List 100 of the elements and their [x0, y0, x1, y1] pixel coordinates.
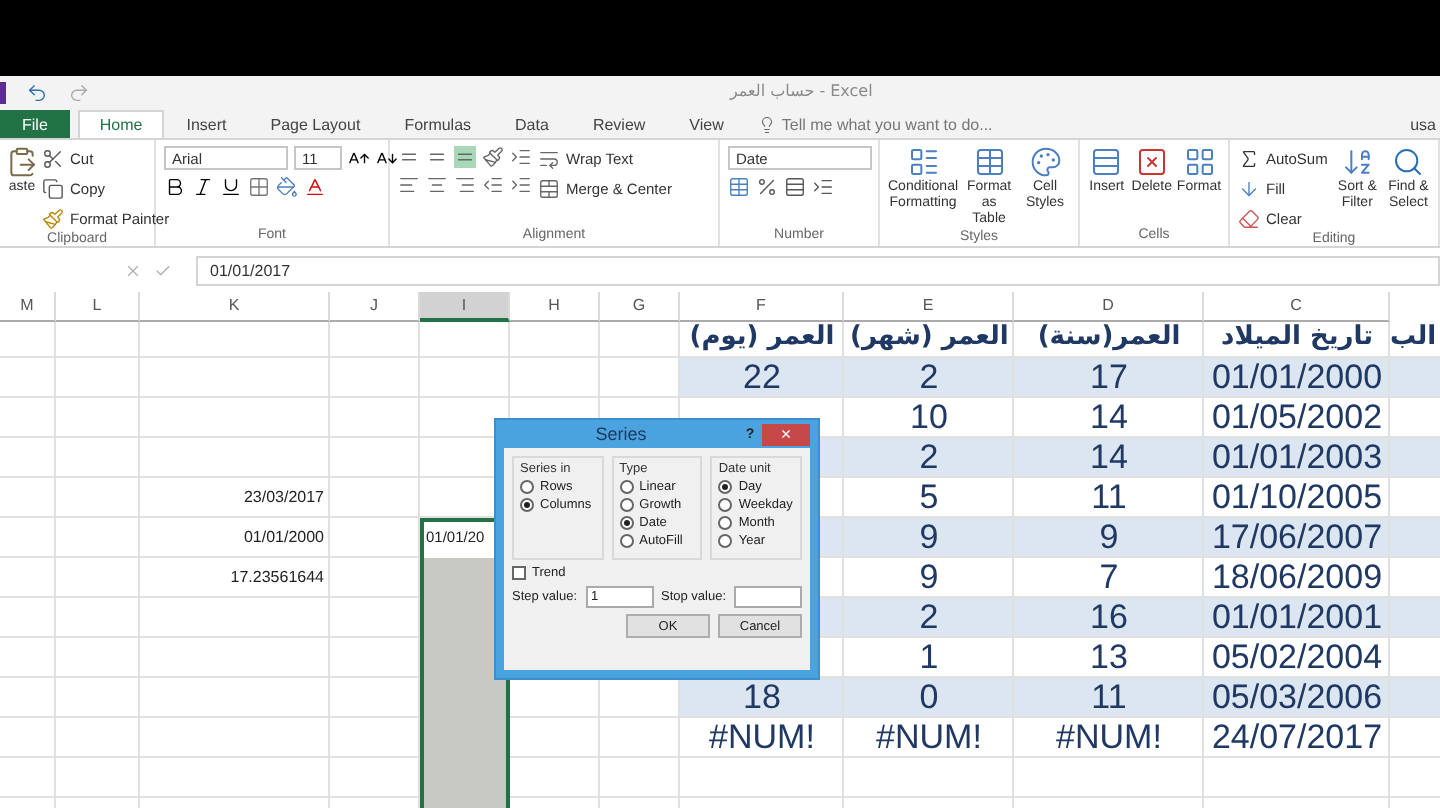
ribbon-tab[interactable]: Insert [164, 110, 249, 138]
radio-button[interactable] [619, 498, 634, 512]
radio-button[interactable] [520, 498, 534, 512]
table-cell-text: 0 [917, 678, 941, 718]
file-tab[interactable]: File [0, 110, 70, 138]
table-cell-text: 18 [741, 678, 783, 718]
table-cell-text: 11 [1089, 678, 1129, 718]
bold-icon[interactable] [164, 176, 186, 198]
radio-button[interactable] [520, 480, 534, 494]
table-cell-text: 05/03/2006 [1209, 678, 1385, 718]
table-cell-text: العمر(سنة) [1035, 320, 1183, 356]
window-title: حساب العمر - Excel [730, 82, 873, 100]
font-color-icon[interactable] [304, 176, 326, 198]
dialog-title: Series [593, 424, 649, 444]
table-cell-text: 2 [917, 598, 941, 638]
table-cell-text: 01/05/2002 [1209, 398, 1385, 438]
radio-button[interactable] [718, 498, 733, 512]
shrink-font-icon[interactable] [376, 147, 398, 169]
column-header[interactable]: C [1204, 292, 1390, 322]
checkbox[interactable] [512, 566, 526, 580]
table-cell-text: #NUM! [1054, 718, 1164, 758]
paintbrush-icon[interactable] [42, 207, 64, 229]
column-header[interactable]: H [510, 292, 600, 322]
column-header[interactable]: D [1014, 292, 1204, 322]
ribbon-tab[interactable]: Review [570, 110, 668, 138]
style-icon[interactable] [1029, 146, 1061, 178]
eraser-icon[interactable] [1238, 207, 1260, 229]
wrap-text-icon[interactable] [538, 147, 560, 169]
table-cell-text: العمر (شهر) [848, 320, 1011, 356]
underline-icon[interactable] [220, 176, 242, 198]
align-bottom-icon[interactable] [454, 146, 476, 168]
column-header[interactable]: K [140, 292, 330, 322]
cells-icon[interactable] [1090, 146, 1123, 178]
merge-icon[interactable] [538, 177, 560, 199]
search-icon[interactable] [1392, 146, 1425, 178]
table-cell-text: 01/01/2000 [1209, 358, 1385, 398]
column-header[interactable]: L [56, 292, 140, 322]
fill-down-icon[interactable] [1238, 177, 1260, 199]
account-name[interactable]: usa [1410, 110, 1440, 138]
column-header[interactable]: E [844, 292, 1014, 322]
table-cell-text: 9 [917, 558, 941, 598]
cells-icon[interactable] [1183, 146, 1215, 178]
table-cell-text: 22 [741, 358, 783, 398]
cells-icon[interactable] [1135, 146, 1168, 178]
lightbulb-icon[interactable] [757, 115, 776, 133]
ribbon-tab[interactable]: View [667, 110, 746, 138]
column-header[interactable]: I [420, 292, 510, 322]
copy-icon[interactable] [42, 177, 64, 199]
percent-icon[interactable] [756, 176, 778, 198]
align-center-icon[interactable] [426, 174, 448, 196]
ribbon-tab[interactable]: Formulas [382, 110, 494, 138]
table-cell-text: 14 [1088, 398, 1130, 438]
table-cell-text: 01/10/2005 [1209, 478, 1385, 518]
column-header[interactable]: G [600, 292, 680, 322]
ribbon-tab[interactable]: Page Layout [248, 110, 383, 138]
radio-button[interactable] [718, 480, 733, 494]
table-cell-text: 17/06/2007 [1209, 518, 1385, 558]
sigma-icon[interactable] [1238, 147, 1260, 169]
ribbon-tab[interactable]: Home [77, 110, 165, 138]
style-icon[interactable] [907, 146, 940, 178]
align-right-icon[interactable] [454, 174, 476, 196]
radio-button[interactable] [619, 516, 634, 530]
style-icon[interactable] [973, 146, 1006, 178]
table-cell-text: 13 [1088, 638, 1130, 678]
radio-button[interactable] [718, 516, 733, 530]
table-cell-text: 18/06/2009 [1209, 558, 1385, 598]
close-button[interactable]: × [762, 423, 810, 445]
italic-icon[interactable] [192, 176, 214, 198]
fill-color-icon[interactable] [276, 176, 298, 198]
table-cell-text: 17.23561644 [228, 566, 326, 590]
stop-value-field[interactable] [734, 586, 802, 608]
table-cell-text: تاريخ الميلاد [1219, 320, 1375, 356]
table-cell-text: 14 [1088, 438, 1130, 478]
align-left-icon[interactable] [398, 174, 420, 196]
table-cell-text: 1 [917, 638, 941, 678]
sort-icon[interactable] [1341, 146, 1374, 178]
scissors-icon[interactable] [42, 147, 64, 169]
radio-button[interactable] [619, 534, 634, 548]
grow-font-icon[interactable] [348, 147, 370, 169]
table-cell-text: 01/01/2003 [1209, 438, 1385, 478]
table-cell-text: 01/01/2000 [241, 526, 326, 550]
column-header[interactable]: M [0, 292, 56, 322]
table-cell-text: 5 [917, 478, 941, 518]
increase-indent-icon[interactable] [510, 174, 532, 196]
table-cell-text: 10 [908, 398, 950, 438]
table-cell-text: العمر (يوم) [687, 320, 837, 356]
column-header[interactable]: J [330, 292, 420, 322]
radio-button[interactable] [619, 480, 634, 494]
borders-icon[interactable] [248, 176, 270, 198]
table-cell-text: الب [1390, 320, 1439, 356]
paste-icon[interactable] [6, 146, 38, 178]
radio-button[interactable] [718, 534, 733, 548]
undo-icon[interactable] [26, 82, 48, 104]
tell-me-field[interactable]: Tell me what you want to do... [781, 115, 993, 133]
formula-field[interactable]: 01/01/2017 [196, 256, 1440, 286]
ribbon-tab[interactable]: Data [493, 110, 571, 138]
table-cell-text: 7 [1097, 558, 1121, 598]
table-cell-text: 9 [917, 518, 941, 558]
column-header[interactable]: F [680, 292, 844, 322]
decrease-indent-icon[interactable] [482, 174, 504, 196]
